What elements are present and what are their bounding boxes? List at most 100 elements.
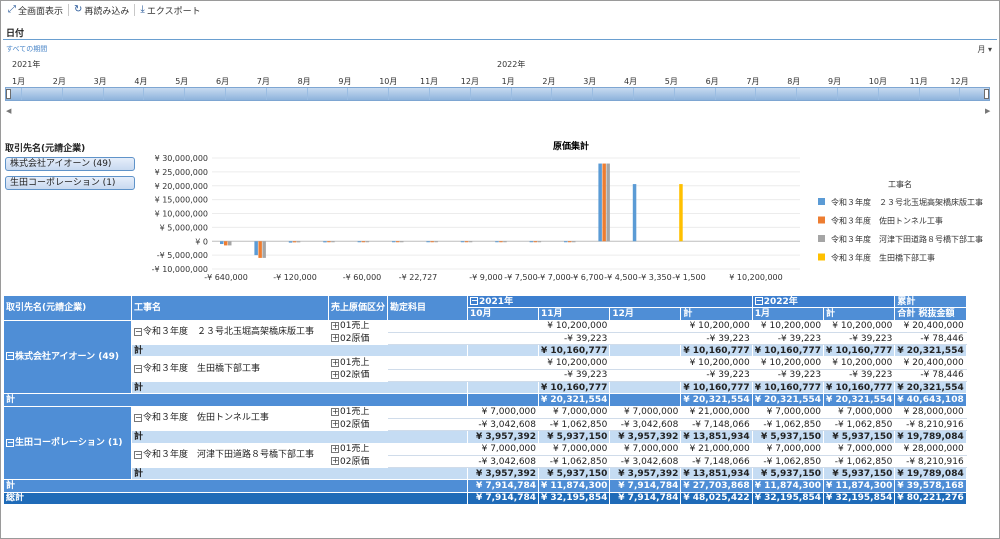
timeline-end-handle[interactable]: [984, 89, 989, 99]
expand-icon[interactable]: +: [331, 358, 339, 367]
collapse-icon[interactable]: −: [754, 297, 763, 306]
subtotal-cell: ¥ 5,937,150: [751, 467, 825, 481]
client-total-cell: ¥ 20,321,554: [823, 393, 896, 407]
collapse-icon[interactable]: −: [134, 327, 142, 336]
cell-text: 02原価: [340, 370, 370, 381]
chart-bar: [464, 241, 469, 243]
row-header-category: +01売上: [327, 405, 389, 419]
timeline-month-label[interactable]: 5月: [175, 76, 188, 87]
column-header-period: 10月: [467, 307, 540, 321]
scroll-left-icon[interactable]: ◀: [6, 107, 11, 115]
column-header-account: 勘定科目: [387, 295, 469, 321]
timeline-start-handle[interactable]: [6, 89, 11, 99]
client-total-cell: [467, 393, 540, 407]
chart-bar: [331, 241, 335, 243]
timeline-month-label[interactable]: 6月: [216, 76, 229, 87]
timeline-month-label[interactable]: 7月: [257, 76, 270, 87]
client-total-cell: ¥ 11,874,300: [538, 479, 611, 493]
chart-x-tick-label: -¥ 60,000: [343, 273, 382, 282]
fullscreen-button[interactable]: ⤢ 全画面表示: [3, 3, 68, 17]
fullscreen-label: 全画面表示: [18, 6, 64, 17]
value-cell: ¥ 7,000,000: [823, 442, 896, 456]
subtotal-cell: ¥ 10,160,777: [680, 381, 753, 395]
timeline-month-label[interactable]: 1月: [12, 76, 25, 87]
expand-icon[interactable]: +: [331, 407, 339, 416]
timeline-month-label[interactable]: 7月: [746, 76, 759, 87]
timeline-month-label[interactable]: 5月: [665, 76, 678, 87]
value-cell: ¥ 10,200,000: [538, 319, 611, 333]
timeline-month-label[interactable]: 12月: [950, 76, 968, 87]
cell-text: 01売上: [340, 407, 370, 418]
all-periods-link[interactable]: すべての期間: [6, 44, 47, 54]
table-row: −生田コーポレーション (1) −令和３年度 佐田トンネル工事 +01売上 ¥ 7,0…: [3, 405, 967, 481]
timeline-month-label[interactable]: 6月: [706, 76, 719, 87]
chart-y-tick-label: ¥ 25,000,000: [155, 168, 208, 177]
cell-text: 01売上: [340, 358, 370, 369]
collapse-icon[interactable]: −: [470, 297, 479, 306]
row-header-category: +01売上: [327, 442, 389, 456]
cell-text: 02原価: [340, 419, 370, 430]
timeline-month-label[interactable]: 9月: [338, 76, 351, 87]
client-filter-chip[interactable]: 株式会社アイオーン (49): [5, 157, 135, 171]
column-header-period: 計: [680, 307, 753, 321]
expand-icon[interactable]: +: [331, 370, 339, 379]
value-cell: -¥ 3,042,608: [467, 417, 540, 432]
collapse-icon[interactable]: −: [134, 413, 142, 422]
chart-x-tick-label: -¥ 640,000: [204, 273, 248, 282]
scroll-right-icon[interactable]: ▶: [985, 107, 990, 115]
expand-icon[interactable]: +: [331, 444, 339, 453]
chart-bar: [323, 241, 327, 243]
subtotal-cell: [609, 381, 682, 395]
collapse-icon[interactable]: −: [134, 450, 142, 459]
project-subtotal-label: 計: [130, 344, 469, 358]
value-cell: [467, 356, 540, 370]
row-header-client: −生田コーポレーション (1): [3, 405, 132, 481]
chart-y-tick-label: ¥ 20,000,000: [155, 182, 208, 191]
row-header-project: −令和３年度 ２３号北玉堀高架橋床版工事: [131, 319, 329, 346]
account-cell: [387, 356, 469, 370]
timeline-month-label[interactable]: 9月: [828, 76, 841, 87]
export-button[interactable]: ⤓ エクスポート: [135, 3, 205, 17]
timeline-month-label[interactable]: 2月: [53, 76, 66, 87]
value-cell: -¥ 39,223: [680, 331, 753, 346]
timeline-range-bar[interactable]: [5, 87, 990, 101]
chart-bar: [228, 241, 232, 246]
chart-bar: [365, 241, 370, 243]
expand-icon[interactable]: +: [331, 420, 339, 429]
client-filter-chip[interactable]: 生田コーポレーション (1): [5, 176, 135, 190]
timeline-month-label[interactable]: 11月: [420, 76, 438, 87]
column-header-period: 1月: [751, 307, 825, 321]
grand-total-cell: ¥ 7,914,784: [609, 491, 682, 506]
chevron-down-icon: ▾: [987, 45, 992, 54]
collapse-icon[interactable]: −: [6, 352, 14, 361]
timeline-month-label[interactable]: 3月: [94, 76, 107, 87]
timeline-month-label[interactable]: 10月: [379, 76, 397, 87]
timeline-month-label[interactable]: 11月: [910, 76, 928, 87]
expand-icon[interactable]: +: [331, 334, 339, 343]
collapse-icon[interactable]: −: [6, 438, 14, 447]
timeline-month-label[interactable]: 10月: [869, 76, 887, 87]
expand-icon[interactable]: +: [331, 457, 339, 465]
period-unit-select[interactable]: 月 ▾: [977, 44, 992, 55]
reload-label: 再読み込み: [84, 6, 130, 17]
timeline-month-label[interactable]: 1月: [502, 76, 515, 87]
expand-icon[interactable]: +: [331, 321, 339, 330]
timeline-month-label[interactable]: 8月: [298, 76, 311, 87]
timeline-month-label[interactable]: 3月: [583, 76, 596, 87]
reload-button[interactable]: ↻ 再読み込み: [69, 3, 134, 17]
collapse-icon[interactable]: −: [134, 364, 142, 373]
timeline-month-label[interactable]: 8月: [787, 76, 800, 87]
timeline-tick: [673, 88, 675, 100]
timeline-month-label[interactable]: 4月: [624, 76, 637, 87]
value-cell: ¥ 10,200,000: [823, 356, 896, 370]
value-cell: -¥ 39,223: [823, 331, 896, 346]
client-total-cell: ¥ 7,914,784: [609, 479, 682, 493]
timeline-month-label[interactable]: 4月: [134, 76, 147, 87]
account-cell: [387, 454, 469, 469]
row-header-category: +02原価: [327, 417, 389, 432]
timeline-tick: [102, 88, 104, 100]
timeline-month-label[interactable]: 2月: [542, 76, 555, 87]
timeline-month-label[interactable]: 12月: [461, 76, 479, 87]
chart-legend-label: 令和３年度 河津下田道路８号橋下部工事: [831, 234, 983, 244]
chart-legend-label: 令和３年度 ２３号北玉堀高架橋床版工事: [831, 197, 983, 207]
